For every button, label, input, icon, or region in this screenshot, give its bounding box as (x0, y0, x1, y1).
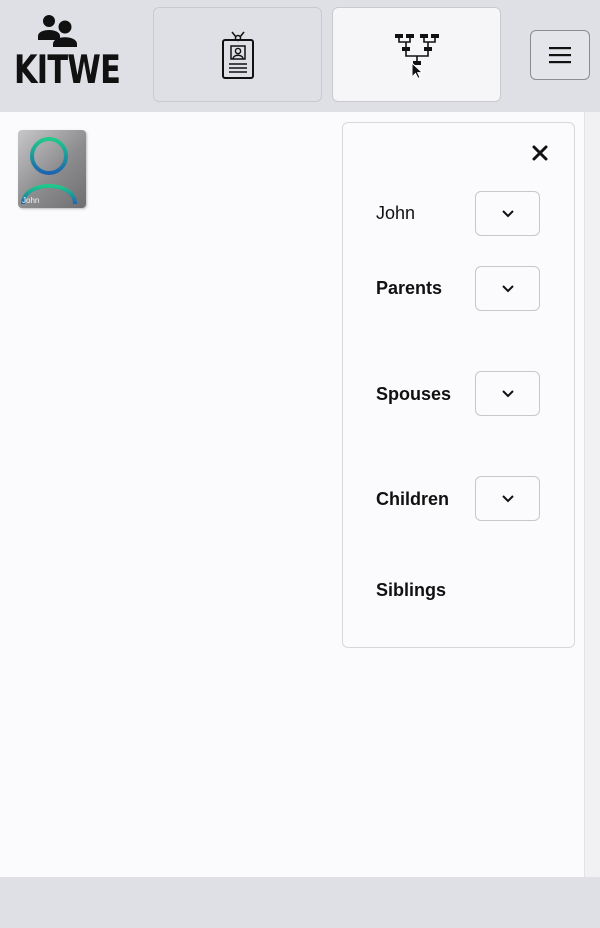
vertical-scrollbar[interactable] (584, 112, 600, 877)
app-logo[interactable]: KITWE (14, 14, 121, 96)
person-dropdown-button[interactable] (475, 191, 540, 236)
footer-bar (0, 877, 600, 928)
person-name-label: John (376, 203, 416, 223)
children-label: Children (376, 489, 450, 509)
parents-dropdown-button[interactable] (475, 266, 540, 311)
children-dropdown-button[interactable] (475, 476, 540, 521)
chevron-down-icon (501, 284, 514, 292)
hamburger-menu-icon (549, 47, 571, 64)
menu-button[interactable] (530, 30, 590, 80)
parents-label: Parents (376, 278, 443, 298)
tab-profile[interactable] (153, 7, 322, 102)
spouses-label: Spouses (376, 384, 452, 404)
chevron-down-icon (501, 494, 514, 502)
person-node-john[interactable]: John (18, 130, 86, 208)
person-name: John (22, 196, 40, 205)
family-tree-icon (394, 33, 439, 79)
siblings-label: Siblings (376, 580, 447, 600)
spouses-dropdown-button[interactable] (475, 371, 540, 416)
app-header: KITWE (0, 0, 600, 112)
close-icon (532, 145, 548, 161)
chevron-down-icon (501, 389, 514, 397)
close-panel-button[interactable] (527, 140, 553, 166)
tab-family-tree[interactable] (332, 7, 501, 102)
id-badge-icon (221, 31, 254, 79)
people-icon (38, 15, 77, 47)
logo-text: KITWE (14, 48, 121, 93)
chevron-down-icon (501, 209, 514, 217)
